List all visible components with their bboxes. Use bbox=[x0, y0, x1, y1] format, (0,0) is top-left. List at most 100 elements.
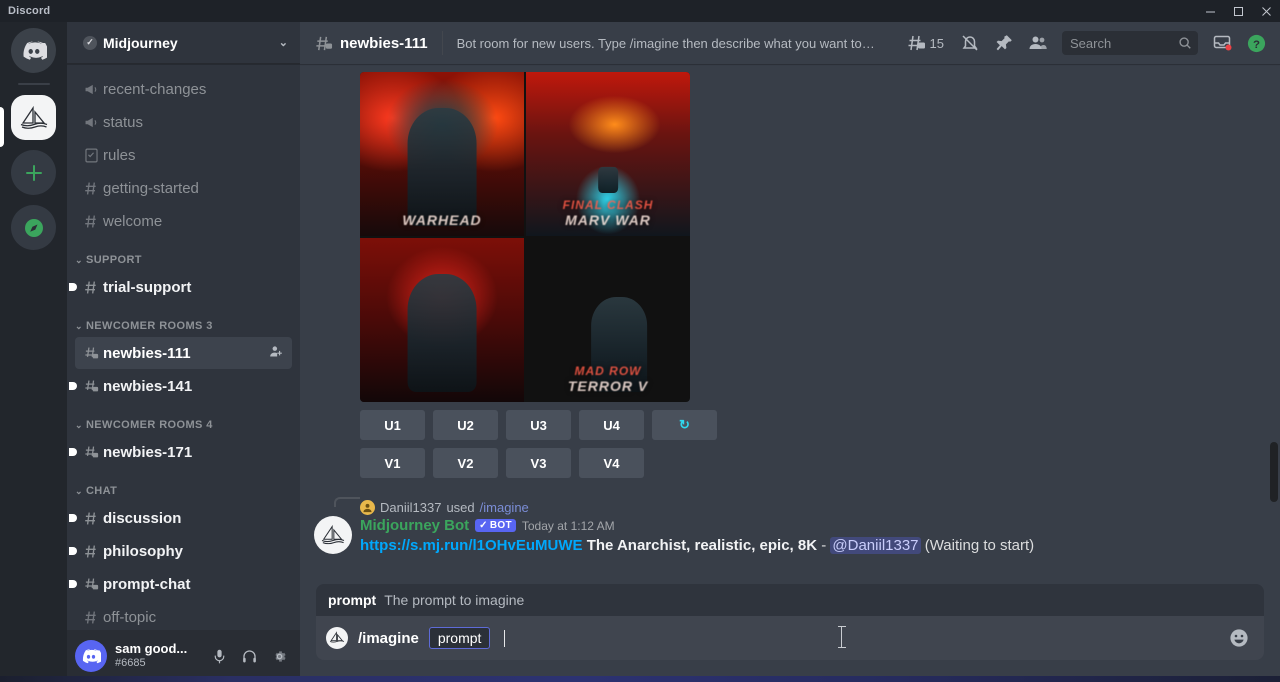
sidebar-channel-newbies-171[interactable]: newbies-171 bbox=[75, 436, 292, 468]
avatar bbox=[360, 500, 375, 515]
channel-title: newbies-111 bbox=[340, 35, 428, 52]
notification-off-icon[interactable] bbox=[954, 27, 986, 59]
command-hint-bar: prompt The prompt to imagine bbox=[316, 584, 1264, 616]
avatar[interactable] bbox=[75, 640, 107, 672]
close-button[interactable] bbox=[1252, 0, 1280, 22]
unread-indicator bbox=[69, 382, 77, 390]
window-controls bbox=[1196, 0, 1280, 22]
generated-image-grid[interactable]: WARHEAD FINAL CLASH MARV WAR bbox=[360, 72, 690, 402]
server-rail-item-add-server[interactable] bbox=[11, 150, 56, 195]
main-chat-area: newbies-111 Bot room for new users. Type… bbox=[300, 22, 1280, 682]
figure-shape bbox=[408, 108, 477, 226]
image-tile-u3[interactable] bbox=[360, 238, 524, 402]
hash-icon bbox=[83, 213, 103, 230]
sidebar-channel-discussion[interactable]: discussion bbox=[75, 502, 292, 534]
minimize-button[interactable] bbox=[1196, 0, 1224, 22]
category-header-support[interactable]: ⌄SUPPORT bbox=[67, 238, 300, 270]
username: sam good... bbox=[115, 642, 198, 657]
category-header-newcomer-rooms-3[interactable]: ⌄NEWCOMER ROOMS 3 bbox=[67, 304, 300, 336]
add-member-icon[interactable] bbox=[269, 344, 284, 362]
user-mention[interactable]: @Daniil1337 bbox=[830, 537, 920, 554]
server-rail bbox=[0, 22, 67, 682]
scrollbar[interactable] bbox=[1270, 64, 1278, 584]
variation-button-v2[interactable]: V2 bbox=[433, 448, 498, 478]
bot-badge-label: BOT bbox=[490, 520, 512, 531]
svg-text:?: ? bbox=[1253, 38, 1260, 50]
header-divider bbox=[442, 31, 443, 55]
server-rail-item-home[interactable] bbox=[11, 28, 56, 73]
sidebar-channel-recent-changes[interactable]: recent-changes bbox=[75, 73, 292, 105]
announcement-icon bbox=[83, 81, 103, 98]
sidebar-channel-philosophy[interactable]: philosophy bbox=[75, 535, 292, 567]
members-icon[interactable] bbox=[1022, 27, 1054, 59]
message-link[interactable]: https://s.mj.run/l1OHvEuMUWE bbox=[360, 537, 583, 554]
threads-icon[interactable] bbox=[900, 27, 932, 59]
bot-badge: ✓ BOT bbox=[475, 519, 516, 532]
image-tile-u1[interactable]: WARHEAD bbox=[360, 72, 524, 236]
message-author-line: Midjourney Bot ✓ BOT Today at 1:12 AM bbox=[360, 517, 1264, 534]
sidebar-channel-getting-started[interactable]: getting-started bbox=[75, 172, 292, 204]
sidebar-channel-welcome[interactable]: welcome bbox=[75, 205, 292, 237]
sidebar-channel-trial-support[interactable]: trial-support bbox=[75, 271, 292, 303]
maximize-button[interactable] bbox=[1224, 0, 1252, 22]
message-timestamp: Today at 1:12 AM bbox=[522, 519, 615, 533]
image-caption-u4: MAD ROW TERROR V bbox=[526, 364, 690, 394]
upscale-button-u3[interactable]: U3 bbox=[506, 410, 571, 440]
headphones-icon[interactable] bbox=[236, 643, 262, 669]
unread-indicator bbox=[69, 547, 77, 555]
image-tile-u4[interactable]: MAD ROW TERROR V bbox=[526, 238, 690, 402]
upscale-button-u2[interactable]: U2 bbox=[433, 410, 498, 440]
upscale-button-u1[interactable]: U1 bbox=[360, 410, 425, 440]
sidebar-channel-prompt-chat[interactable]: prompt-chat bbox=[75, 568, 292, 600]
chat-message: Daniil1337 used /imagine Midjourney Bot … bbox=[300, 492, 1280, 556]
pin-icon[interactable] bbox=[988, 27, 1020, 59]
hash-icon bbox=[83, 279, 103, 296]
emoji-picker-icon[interactable] bbox=[1228, 627, 1250, 649]
figure-shape bbox=[408, 274, 477, 392]
user-identity[interactable]: sam good... #6685 bbox=[115, 642, 198, 670]
channel-list: recent-changesstatus rules getting-started… bbox=[67, 64, 300, 630]
inbox-icon[interactable] bbox=[1206, 27, 1238, 59]
category-header-chat[interactable]: ⌄CHAT bbox=[67, 469, 300, 501]
category-header-newcomer-rooms-4[interactable]: ⌄NEWCOMER ROOMS 4 bbox=[67, 403, 300, 435]
message-author[interactable]: Midjourney Bot bbox=[360, 517, 469, 534]
message-input[interactable]: /imagine prompt bbox=[316, 616, 1264, 660]
gear-icon[interactable] bbox=[266, 643, 292, 669]
hash-thread-icon bbox=[83, 576, 103, 593]
sidebar-channel-newbies-111[interactable]: newbies-111 bbox=[75, 337, 292, 369]
variation-button-v3[interactable]: V3 bbox=[506, 448, 571, 478]
channel-label: rules bbox=[103, 147, 284, 164]
variation-button-v4[interactable]: V4 bbox=[579, 448, 644, 478]
image-tile-u2[interactable]: FINAL CLASH MARV WAR bbox=[526, 72, 690, 236]
sidebar-channel-status[interactable]: status bbox=[75, 106, 292, 138]
variation-button-v1[interactable]: V1 bbox=[360, 448, 425, 478]
command-invoker[interactable]: Daniil1337 bbox=[380, 500, 441, 515]
message-scroller[interactable]: WARHEAD FINAL CLASH MARV WAR bbox=[300, 64, 1280, 584]
microphone-icon[interactable] bbox=[206, 643, 232, 669]
active-server-pill bbox=[0, 107, 4, 147]
scrollbar-thumb[interactable] bbox=[1270, 442, 1278, 502]
command-argument-chip[interactable]: prompt bbox=[429, 627, 491, 649]
unread-indicator bbox=[69, 448, 77, 456]
hash-icon bbox=[83, 609, 103, 626]
sidebar-channel-newbies-141[interactable]: newbies-141 bbox=[75, 370, 292, 402]
reroll-button[interactable]: ↻ bbox=[652, 410, 717, 440]
server-rail-item-midjourney[interactable] bbox=[11, 95, 56, 140]
channel-label: philosophy bbox=[103, 543, 284, 560]
upscale-button-u4[interactable]: U4 bbox=[579, 410, 644, 440]
help-icon[interactable]: ? bbox=[1240, 27, 1272, 59]
channel-label: off-topic bbox=[103, 609, 284, 626]
server-rail-item-explore[interactable] bbox=[11, 205, 56, 250]
avatar[interactable] bbox=[314, 516, 352, 554]
search-input[interactable]: Search bbox=[1062, 31, 1198, 55]
figure-shape bbox=[598, 167, 618, 193]
hash-thread-icon bbox=[83, 345, 103, 362]
guild-header[interactable]: ✓ Midjourney ⌄ bbox=[67, 22, 300, 64]
sidebar-channel-off-topic[interactable]: off-topic bbox=[75, 601, 292, 630]
category-label: CHAT bbox=[86, 485, 117, 497]
sidebar-channel-rules[interactable]: rules bbox=[75, 139, 292, 171]
used-command[interactable]: /imagine bbox=[480, 500, 529, 515]
channel-topic[interactable]: Bot room for new users. Type /imagine th… bbox=[457, 36, 877, 51]
hint-description: The prompt to imagine bbox=[384, 592, 524, 608]
channel-label: trial-support bbox=[103, 279, 284, 296]
